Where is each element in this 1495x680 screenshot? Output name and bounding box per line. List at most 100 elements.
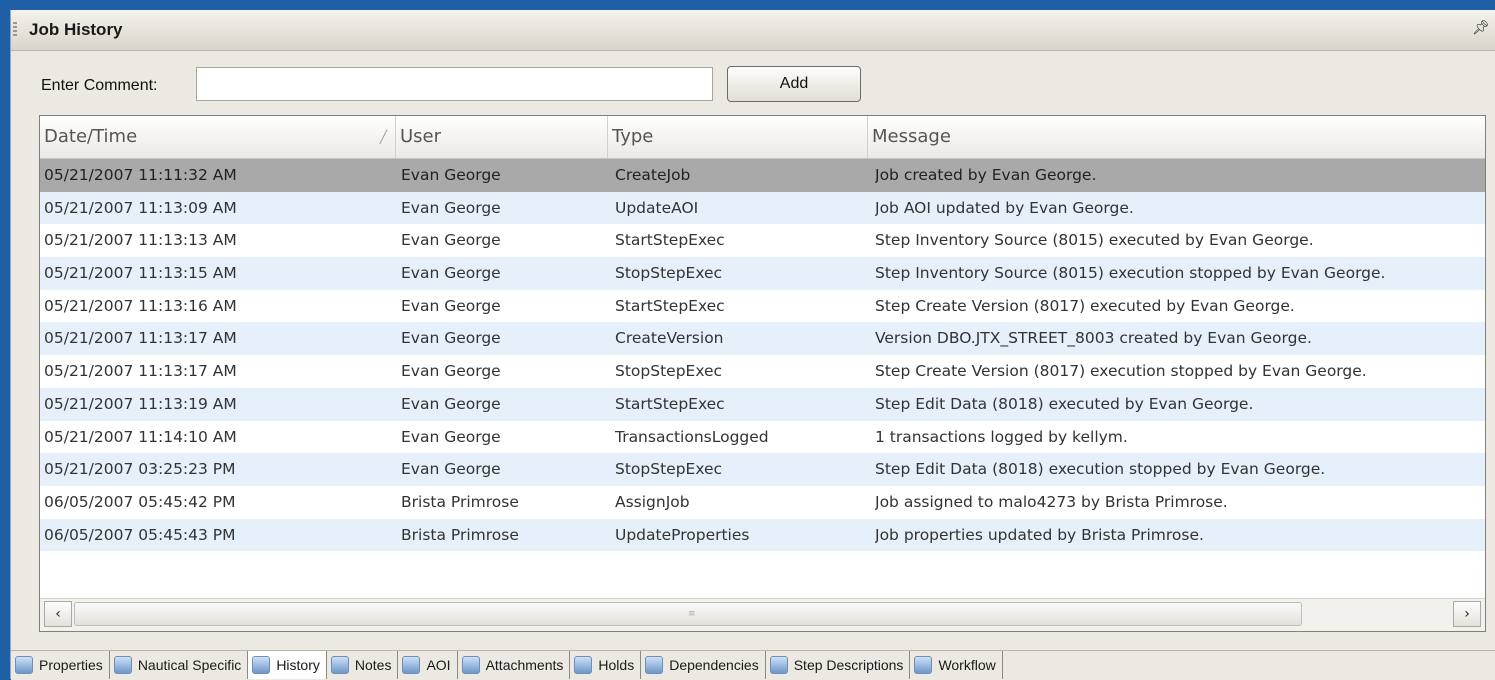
cell-user: Evan George: [401, 231, 501, 250]
bottom-tab-bar: Properties Nautical Specific History Notes A…: [11, 650, 1495, 680]
cell-datetime: 05/21/2007 11:13:09 AM: [44, 198, 237, 217]
job-history-panel: Job History 📌︎ Enter Comment: Add Date/T…: [10, 10, 1495, 680]
history-table: Date/Time ╱ User Type Message 05/21/2007…: [39, 115, 1486, 632]
cell-type: StopStepExec: [615, 362, 723, 381]
cell-message: Step Edit Data (8018) execution stopped …: [875, 460, 1326, 479]
table-body: 05/21/2007 11:11:32 AM Evan George CreateJ…: [40, 159, 1485, 552]
tab-label: Dependencies: [669, 657, 759, 673]
cell-type: AssignJob: [615, 492, 690, 511]
tab-label: Workflow: [938, 657, 996, 673]
cell-message: Step Edit Data (8018) executed by Evan G…: [875, 394, 1254, 413]
holds-icon: [574, 656, 593, 674]
cell-user: Evan George: [401, 394, 501, 413]
pin-icon[interactable]: 📌︎: [1472, 20, 1490, 36]
tab-nautical-specific[interactable]: Nautical Specific: [109, 651, 249, 679]
cell-datetime: 06/05/2007 05:45:42 PM: [44, 492, 236, 511]
cell-type: TransactionsLogged: [615, 427, 769, 446]
comment-input[interactable]: [196, 67, 713, 101]
cell-datetime: 05/21/2007 11:13:17 AM: [44, 362, 237, 381]
cell-datetime: 05/21/2007 11:13:19 AM: [44, 394, 237, 413]
tab-label: Attachments: [485, 657, 564, 673]
table-row[interactable]: 05/21/2007 03:25:23 PM Evan George StopSte…: [40, 453, 1485, 486]
cell-datetime: 05/21/2007 03:25:23 PM: [44, 460, 236, 479]
table-row[interactable]: 05/21/2007 11:13:13 AM Evan George StartSt…: [40, 224, 1485, 258]
column-header-message[interactable]: Message: [868, 116, 1485, 158]
tab-dependencies[interactable]: Dependencies: [641, 651, 766, 679]
table-header: Date/Time ╱ User Type Message: [40, 116, 1485, 159]
cell-message: Step Inventory Source (8015) execution s…: [875, 264, 1386, 283]
table-row[interactable]: 05/21/2007 11:13:15 AM Evan George StopSte…: [40, 257, 1485, 290]
horizontal-scrollbar[interactable]: ‹ ≡ ›: [40, 598, 1485, 631]
cell-type: StopStepExec: [615, 460, 723, 479]
cell-type: UpdateAOI: [615, 198, 699, 217]
table-row[interactable]: 05/21/2007 11:13:17 AM Evan George CreateV…: [40, 322, 1485, 356]
table-row[interactable]: 05/21/2007 11:13:16 AM Evan George StartSt…: [40, 289, 1485, 323]
cell-type: CreateVersion: [615, 329, 724, 348]
cell-user: Evan George: [401, 460, 501, 479]
cell-user: Evan George: [401, 329, 501, 348]
tab-label: Properties: [39, 657, 103, 673]
tab-holds[interactable]: Holds: [570, 651, 642, 679]
cell-user: Evan George: [401, 198, 501, 217]
properties-icon: [15, 656, 33, 674]
notes-icon: [330, 656, 349, 674]
cell-type: StartStepExec: [615, 296, 725, 315]
cell-message: Step Inventory Source (8015) executed by…: [875, 231, 1314, 250]
cell-datetime: 05/21/2007 11:13:13 AM: [44, 231, 237, 250]
tab-step-descriptions[interactable]: Step Descriptions: [765, 651, 911, 679]
column-header-user[interactable]: User: [396, 116, 608, 158]
scrollbar-thumb[interactable]: ≡: [74, 602, 1302, 626]
tab-properties[interactable]: Properties: [11, 651, 110, 679]
cell-message: Version DBO.JTX_STREET_8003 created by E…: [875, 329, 1312, 348]
workflow-icon: [914, 656, 933, 674]
sort-indicator-icon: ╱: [379, 130, 387, 144]
table-row[interactable]: 05/21/2007 11:11:32 AM Evan George CreateJ…: [40, 159, 1485, 192]
tab-aoi[interactable]: AOI: [398, 651, 458, 679]
table-row[interactable]: 05/21/2007 11:14:10 AM Evan George Transac…: [40, 420, 1485, 454]
table-row[interactable]: 06/05/2007 05:45:42 PM Brista Primrose Ass…: [40, 485, 1485, 519]
cell-message: Step Create Version (8017) executed by E…: [875, 296, 1295, 315]
history-icon: [252, 656, 271, 674]
step-descriptions-icon: [769, 656, 788, 674]
cell-user: Evan George: [401, 427, 501, 446]
scroll-left-icon[interactable]: ‹: [44, 601, 72, 627]
tab-history[interactable]: History: [248, 651, 327, 679]
tab-label: Notes: [354, 657, 392, 673]
attachments-icon: [461, 656, 480, 674]
tab-attachments[interactable]: Attachments: [457, 651, 571, 679]
tab-label: History: [276, 657, 320, 673]
cell-type: StartStepExec: [615, 231, 725, 250]
add-button[interactable]: Add: [727, 66, 861, 102]
panel-titlebar: Job History 📌︎: [11, 10, 1495, 51]
cell-datetime: 05/21/2007 11:13:17 AM: [44, 329, 237, 348]
cell-message: Job properties updated by Brista Primros…: [875, 525, 1204, 544]
table-row[interactable]: 05/21/2007 11:13:09 AM Evan George UpdateA…: [40, 191, 1485, 225]
drag-grip-icon[interactable]: [13, 22, 17, 38]
cell-type: StartStepExec: [615, 394, 725, 413]
column-header-type[interactable]: Type: [608, 116, 868, 158]
tab-strip: Properties Nautical Specific History Notes A…: [11, 651, 1003, 679]
table-row[interactable]: 06/05/2007 05:45:43 PM Brista Primrose Upd…: [40, 518, 1485, 552]
tab-label: Nautical Specific: [137, 657, 242, 673]
cell-datetime: 05/21/2007 11:13:15 AM: [44, 264, 237, 283]
cell-datetime: 05/21/2007 11:14:10 AM: [44, 427, 237, 446]
cell-user: Evan George: [401, 264, 501, 283]
cell-message: Job created by Evan George.: [875, 166, 1097, 184]
cell-datetime: 05/21/2007 11:13:16 AM: [44, 296, 237, 315]
cell-message: Job assigned to malo4273 by Brista Primr…: [875, 492, 1228, 511]
column-header-datetime[interactable]: Date/Time ╱: [40, 116, 396, 158]
table-row[interactable]: 05/21/2007 11:13:17 AM Evan George StopSte…: [40, 355, 1485, 388]
cell-datetime: 06/05/2007 05:45:43 PM: [44, 525, 236, 544]
scroll-grip-icon: ≡: [688, 609, 696, 619]
table-row[interactable]: 05/21/2007 11:13:19 AM Evan George StartSt…: [40, 387, 1485, 421]
cell-user: Evan George: [401, 362, 501, 381]
cell-type: UpdateProperties: [615, 525, 750, 544]
scroll-right-icon[interactable]: ›: [1453, 601, 1481, 627]
aoi-icon: [402, 656, 421, 674]
tab-workflow[interactable]: Workflow: [910, 651, 1003, 679]
dependencies-icon: [645, 656, 664, 674]
tab-notes[interactable]: Notes: [326, 651, 399, 679]
cell-user: Brista Primrose: [401, 492, 519, 511]
cell-user: Evan George: [401, 296, 501, 315]
cell-type: StopStepExec: [615, 264, 723, 283]
